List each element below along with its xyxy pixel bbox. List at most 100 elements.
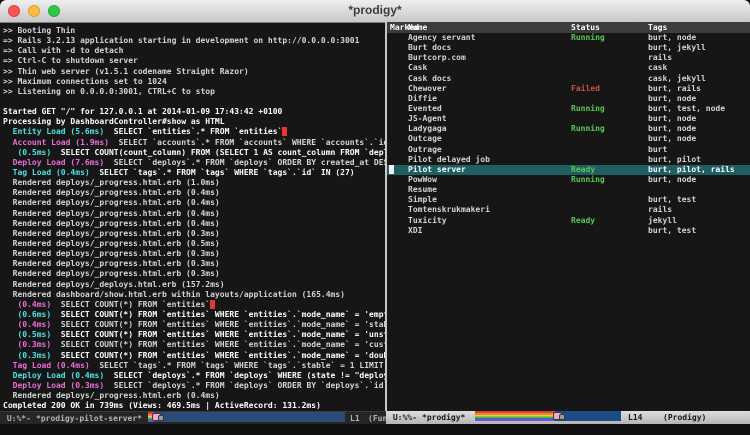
service-row-pilot-delayed-job[interactable]: Pilot delayed job burt, pilot [387, 155, 750, 165]
service-row-cask-docs[interactable]: Cask docscask, jekyll [387, 74, 750, 84]
log-line: >> Maximum connections set to 1024 [3, 77, 385, 87]
log-text: SELECT `tags`.* FROM `tags` WHERE `tags`… [90, 168, 355, 177]
log-text: Rendered deploys/_progress.html.erb (0.4… [3, 219, 220, 228]
log-line: Account Load (1.9ms) SELECT `accounts`.*… [3, 138, 385, 148]
column-header-tags: Tags [648, 22, 667, 33]
log-line: Deploy Load (7.6ms) SELECT `deploys`.* F… [3, 158, 385, 168]
service-name: Pilot delayed job [408, 155, 490, 165]
window-titlebar[interactable]: *prodigy* [0, 0, 750, 23]
modeline-left-line-number: L1 [350, 412, 360, 424]
service-row-resume[interactable]: Resume [387, 185, 750, 195]
nyan-mode-bar [475, 411, 621, 421]
log-text: (0.5ms) [3, 330, 51, 339]
log-text: >> Listening on 0.0.0.0:3001, CTRL+C to … [3, 87, 215, 96]
nyan-cat-icon [553, 411, 565, 421]
log-line: Deploy Load (0.4ms) SELECT `deploys`.* F… [3, 371, 385, 381]
service-status: Running [571, 104, 605, 114]
service-row-simple[interactable]: Simpleburt, test [387, 195, 750, 205]
prodigy-service-list: Agency servantRunningburt, nodeBurt docs… [387, 33, 750, 236]
service-name: PowWow [408, 175, 437, 185]
log-line: Tag Load (0.4ms) SELECT `tags`.* FROM `t… [3, 361, 385, 371]
log-line: Deploy Load (0.3ms) SELECT `deploys`.* F… [3, 381, 385, 391]
service-row-cask[interactable]: Caskcask [387, 63, 750, 73]
service-tags: burt, pilot [648, 155, 701, 165]
service-status: Ready [571, 165, 595, 175]
service-row-xdi[interactable]: XDI burt, test [387, 226, 750, 236]
log-line: >> Listening on 0.0.0.0:3001, CTRL+C to … [3, 87, 385, 97]
service-name: Outcage [408, 134, 442, 144]
service-row-evented[interactable]: EventedRunningburt, test, node [387, 104, 750, 114]
log-text: Rendered deploys/_progress.html.erb (0.4… [3, 188, 220, 197]
log-line: Tag Load (0.4ms) SELECT `tags`.* FROM `t… [3, 168, 385, 178]
service-row-tomtenskrukmakeri[interactable]: Tomtenskrukmakerirails [387, 205, 750, 215]
service-name: Agency servant [408, 33, 475, 43]
column-header-status: Status [571, 22, 600, 33]
service-name: Burtcorp.com [408, 53, 466, 63]
log-line [3, 97, 385, 107]
log-line: (0.4ms) SELECT COUNT(*) FROM `entities` [3, 300, 385, 310]
service-row-js-agent[interactable]: JS-Agentburt, node [387, 114, 750, 124]
service-name: Outrage [408, 145, 442, 155]
service-row-ladygaga[interactable]: LadygagaRunningburt, node [387, 124, 750, 134]
log-text: SELECT COUNT(*) FROM `entities` WHERE `e… [51, 351, 385, 360]
service-tags: burt, node [648, 175, 696, 185]
log-line: Rendered deploys/_progress.html.erb (1.0… [3, 178, 385, 188]
modeline-right: U:%%- *prodigy* L14 (Prodigy) [386, 411, 750, 424]
service-row-outrage[interactable]: Outrageburt [387, 145, 750, 155]
log-text: SELECT `deploys`.* FROM `deploys` ORDER … [104, 158, 385, 167]
cursor-block-red [282, 127, 287, 136]
service-tags: burt, rails [648, 84, 701, 94]
log-text: SELECT `deploys`.* FROM `deploys` ORDER … [104, 381, 385, 390]
modeline-right-major-mode: (Prodigy) [663, 411, 706, 424]
log-line: (0.4ms) SELECT COUNT(*) FROM `entities` … [3, 320, 385, 330]
service-tags: burt, jekyll [648, 43, 706, 53]
echo-area[interactable] [0, 424, 750, 435]
log-text: => Ctrl-C to shutdown server [3, 56, 138, 65]
cursor-block-red [210, 300, 215, 309]
service-row-tuxicity[interactable]: TuxicityReadyjekyll [387, 216, 750, 226]
log-text: >> Thin web server (v1.5.1 codename Stra… [3, 67, 249, 76]
log-text: Account Load (1.9ms) [3, 138, 109, 147]
service-row-powwow[interactable]: PowWowRunningburt, node [387, 175, 750, 185]
service-tags: burt, node [648, 124, 696, 134]
log-line: >> Thin web server (v1.5.1 codename Stra… [3, 67, 385, 77]
log-text: (0.3ms) [3, 340, 51, 349]
service-tags: burt, test [648, 226, 696, 236]
service-row-burtcorp-com[interactable]: Burtcorp.com rails [387, 53, 750, 63]
prodigy-services-pane[interactable]: Marked Name Status Tags Agency servantRu… [387, 22, 750, 411]
modeline-left-prefix: U:%*- [2, 412, 31, 424]
log-line: Rendered deploys/_progress.html.erb (0.4… [3, 219, 385, 229]
service-row-chewover[interactable]: ChewoverFailedburt, rails [387, 84, 750, 94]
log-line: Entity Load (5.6ms) SELECT `entities`.* … [3, 127, 385, 137]
service-name: Tomtenskrukmakeri [408, 205, 490, 215]
log-line: (0.3ms) SELECT COUNT(*) FROM `entities` … [3, 351, 385, 361]
log-line: (0.6ms) SELECT COUNT(*) FROM `entities` … [3, 310, 385, 320]
service-name: Tuxicity [408, 216, 447, 226]
service-tags: rails [648, 53, 672, 63]
log-text: SELECT COUNT(*) FROM `entities` [51, 300, 210, 309]
modeline-left-major-mode: (Fundamen [368, 412, 386, 424]
service-name: Pilot server [408, 165, 466, 175]
rails-log-pane[interactable]: >> Booting Thin=> Rails 3.2.13 applicati… [0, 22, 385, 411]
service-row-outcage[interactable]: Outcageburt, node [387, 134, 750, 144]
log-text: Rendered deploys/_progress.html.erb (0.4… [3, 209, 220, 218]
log-line: Rendered deploys/_progress.html.erb (0.3… [3, 259, 385, 269]
log-text: => Rails 3.2.13 application starting in … [3, 36, 359, 45]
service-row-burt-docs[interactable]: Burt docsburt, jekyll [387, 43, 750, 53]
terminal-window: *prodigy* >> Booting Thin=> Rails 3.2.13… [0, 0, 750, 435]
service-row-diffie[interactable]: Diffieburt, node [387, 94, 750, 104]
log-text: SELECT COUNT(count_column) FROM (SELECT … [51, 148, 385, 157]
service-tags: burt, pilot, rails [648, 165, 735, 175]
service-name: Diffie [408, 94, 437, 104]
log-line: Rendered deploys/_progress.html.erb (0.4… [3, 209, 385, 219]
log-text: Rendered deploys/_progress.html.erb (0.3… [3, 249, 220, 258]
service-name: XDI [408, 226, 422, 236]
service-row-pilot-server[interactable]: Pilot server Ready burt, pilot, rails [387, 165, 750, 175]
log-text: Entity Load (5.6ms) [3, 127, 104, 136]
log-text: Rendered deploys/_progress.html.erb (0.5… [3, 239, 220, 248]
service-row-agency-servant[interactable]: Agency servantRunningburt, node [387, 33, 750, 43]
service-name: Ladygaga [408, 124, 447, 134]
service-tags: burt, node [648, 33, 696, 43]
point-cursor [389, 165, 394, 174]
log-line: Rendered dashboard/show.html.erb within … [3, 290, 385, 300]
